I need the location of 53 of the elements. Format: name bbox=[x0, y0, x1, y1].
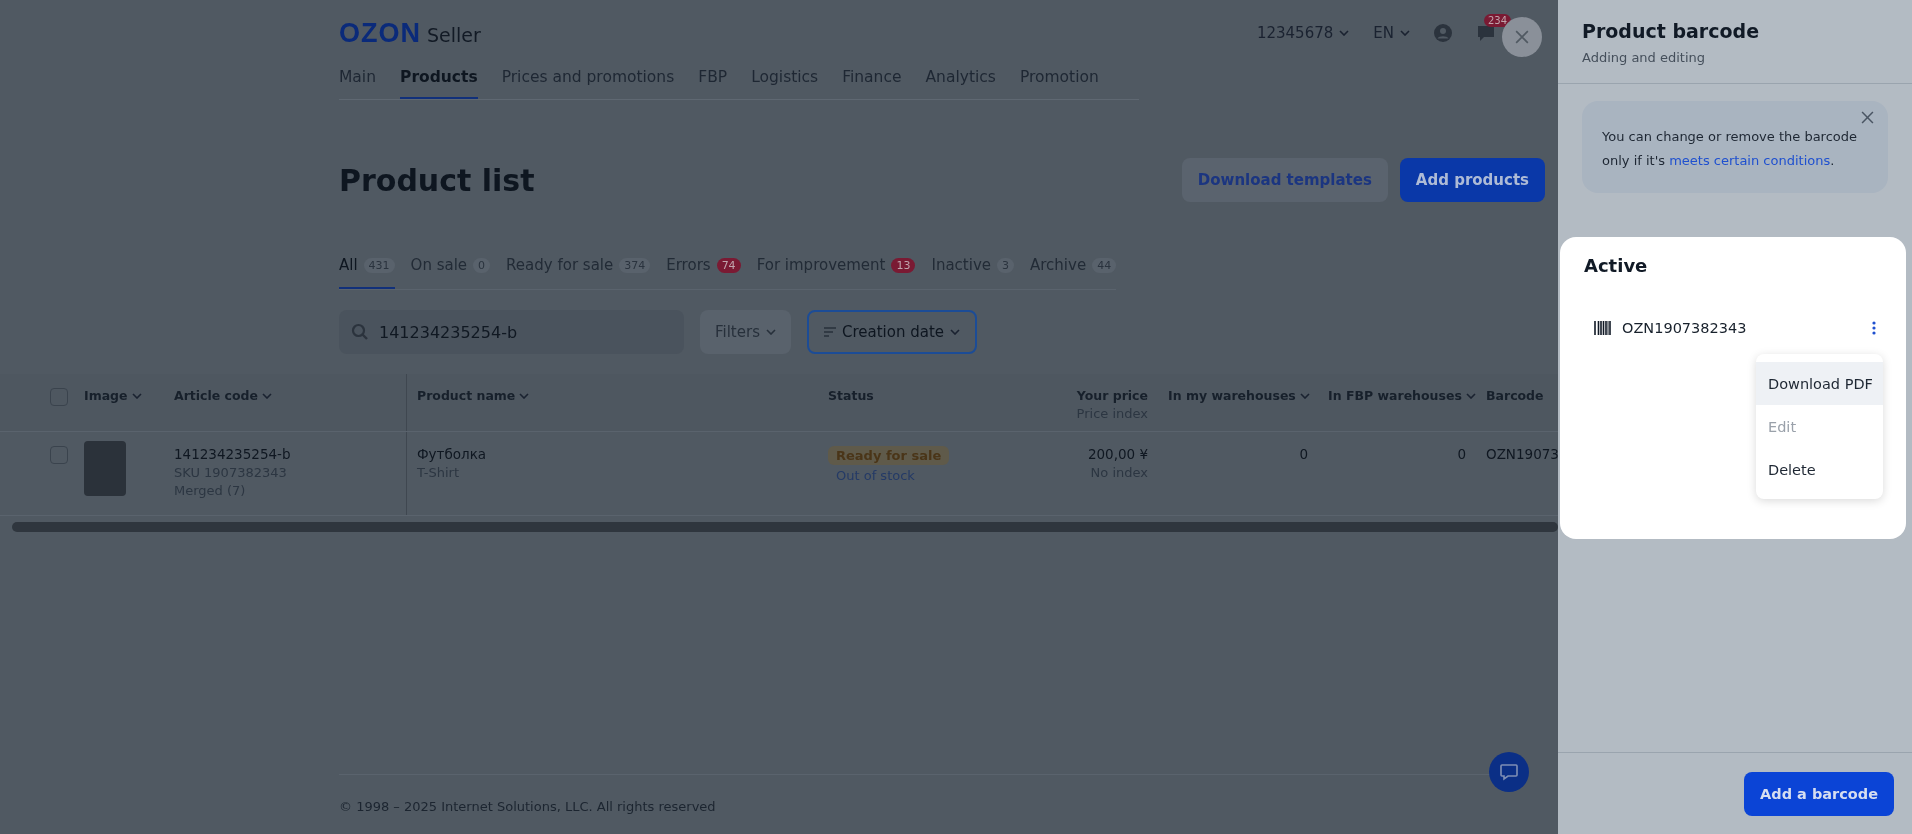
column-header: Status bbox=[828, 388, 874, 403]
chevron-down-icon bbox=[1465, 392, 1476, 399]
notice-close-button[interactable] bbox=[1861, 111, 1874, 124]
search-input[interactable]: 141234235254-b bbox=[377, 321, 667, 343]
chevron-down-icon bbox=[131, 392, 142, 399]
panel-subtitle: Adding and editing bbox=[1582, 50, 1707, 65]
panel-title: Product barcode bbox=[1582, 20, 1761, 42]
more-options-button[interactable] bbox=[1872, 321, 1876, 335]
sort-dropdown[interactable]: Creation date bbox=[806, 310, 978, 354]
more-icon bbox=[1872, 321, 1876, 335]
column-header[interactable]: Image bbox=[84, 388, 142, 403]
chat-icon[interactable] bbox=[1476, 24, 1496, 42]
table-cell: 141234235254-b bbox=[174, 446, 291, 462]
section-title: Active bbox=[1584, 255, 1649, 276]
notification-badge: 234 bbox=[1484, 14, 1512, 27]
column-header[interactable]: Product name bbox=[417, 388, 530, 403]
download-templates-button[interactable]: Download templates bbox=[1181, 158, 1388, 202]
chevron-down-icon bbox=[1400, 30, 1410, 36]
chevron-down-icon bbox=[262, 392, 273, 399]
nav-tab[interactable]: Products bbox=[400, 58, 478, 99]
count-badge: 13 bbox=[891, 257, 916, 273]
table-cell: 0 bbox=[1457, 446, 1466, 462]
column-header: Barcode bbox=[1486, 388, 1544, 403]
search-field[interactable]: 141234235254-b bbox=[339, 310, 684, 354]
chat-button[interactable] bbox=[1489, 752, 1529, 792]
sort-icon bbox=[823, 327, 836, 337]
menu-item[interactable]: Delete bbox=[1756, 448, 1883, 491]
search-icon bbox=[351, 323, 369, 341]
photo-placeholder bbox=[84, 441, 126, 496]
chevron-down-icon bbox=[950, 329, 961, 335]
count-badge: 74 bbox=[716, 257, 741, 273]
table-cell: 200,00 ¥ bbox=[1087, 446, 1148, 462]
table-cell: 0 bbox=[1299, 446, 1308, 462]
chat-icon bbox=[1499, 763, 1519, 781]
chevron-down-icon bbox=[1339, 30, 1350, 36]
menu-item[interactable]: Download PDF bbox=[1756, 362, 1883, 405]
logo[interactable]: OZON bbox=[339, 17, 421, 49]
notice-text: You can change or remove the barcode only if it's meets certain conditions. bbox=[1602, 128, 1859, 170]
close-icon bbox=[1861, 111, 1874, 124]
add-products-button[interactable]: Add products bbox=[1399, 158, 1545, 202]
close-icon bbox=[1515, 30, 1529, 44]
scrollbar[interactable] bbox=[12, 522, 1558, 532]
logo-text: Seller bbox=[427, 23, 481, 46]
page-title: Product list bbox=[339, 162, 535, 198]
barcode-value: OZN1907382343 bbox=[1622, 320, 1748, 336]
chevron-down-icon bbox=[519, 392, 530, 399]
add-barcode-button[interactable]: Add a barcode bbox=[1744, 772, 1894, 816]
table-cell: OZN19073 bbox=[1486, 446, 1558, 462]
user-icon[interactable] bbox=[1434, 24, 1452, 42]
table-cell: Футболка bbox=[417, 446, 487, 462]
chevron-down-icon bbox=[765, 329, 776, 335]
barcode-icon bbox=[1594, 321, 1612, 335]
chevron-down-icon bbox=[1299, 392, 1310, 399]
